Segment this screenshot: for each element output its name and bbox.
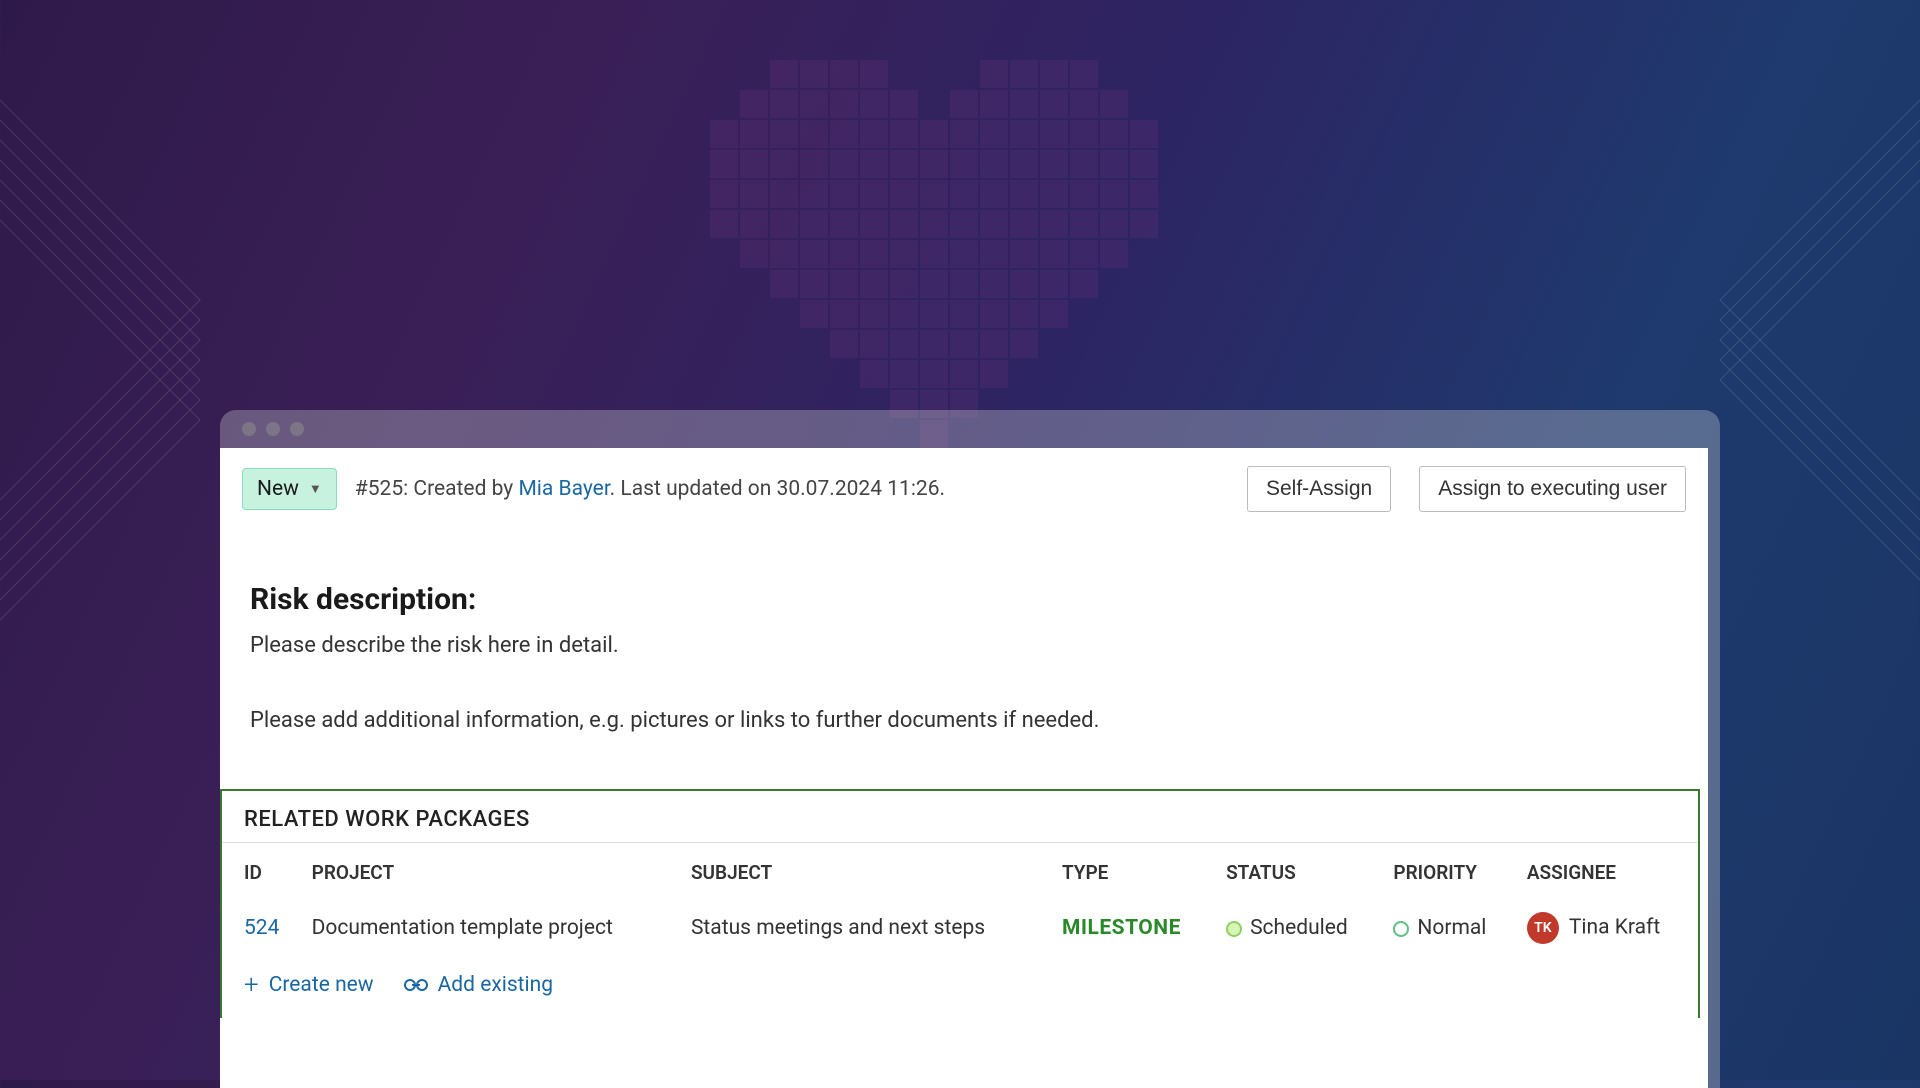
self-assign-button[interactable]: Self-Assign (1247, 466, 1391, 512)
meta-suffix: . Last updated on 30.07.2024 11:26. (610, 477, 945, 501)
work-package-meta: #525: Created by Mia Bayer. Last updated… (355, 477, 1229, 501)
related-work-packages-panel: RELATED WORK PACKAGES ID PROJECT SUBJECT… (220, 789, 1700, 1018)
col-subject[interactable]: SUBJECT (681, 843, 1052, 898)
add-existing-label: Add existing (438, 973, 553, 997)
status-dot-icon (1226, 921, 1242, 937)
window-minimize-icon[interactable] (266, 422, 280, 436)
window-maximize-icon[interactable] (290, 422, 304, 436)
cell-project: Documentation template project (302, 898, 681, 958)
description-line1: Please describe the risk here in detail. (250, 627, 1678, 664)
avatar[interactable]: TK (1527, 912, 1559, 944)
link-icon (404, 978, 428, 992)
cell-assignee: Tina Kraft (1569, 916, 1660, 940)
meta-prefix: #525: Created by (355, 477, 519, 501)
related-actions: + Create new Add existing (222, 958, 1698, 1018)
type-badge: MILESTONE (1062, 916, 1181, 940)
window-close-icon[interactable] (242, 422, 256, 436)
col-type[interactable]: TYPE (1052, 843, 1216, 898)
table-row[interactable]: 524 Documentation template project Statu… (222, 898, 1698, 958)
add-existing-button[interactable]: Add existing (404, 972, 553, 998)
priority-dot-icon (1393, 921, 1409, 937)
status-label: New (257, 477, 299, 501)
app-content: New ▼ #525: Created by Mia Bayer. Last u… (220, 448, 1708, 1088)
plus-icon: + (244, 972, 259, 998)
related-work-packages-table: ID PROJECT SUBJECT TYPE STATUS PRIORITY … (222, 843, 1698, 958)
cell-subject: Status meetings and next steps (681, 898, 1052, 958)
description-heading: Risk description: (250, 582, 1678, 617)
cell-status: Scheduled (1250, 916, 1348, 940)
background-logo (710, 60, 1210, 460)
col-assignee[interactable]: ASSIGNEE (1517, 843, 1698, 898)
create-new-label: Create new (269, 973, 374, 997)
chevron-down-icon: ▼ (309, 481, 322, 497)
app-window: New ▼ #525: Created by Mia Bayer. Last u… (220, 410, 1720, 1088)
work-package-id-link[interactable]: 524 (244, 916, 279, 940)
table-header-row: ID PROJECT SUBJECT TYPE STATUS PRIORITY … (222, 843, 1698, 898)
status-dropdown[interactable]: New ▼ (242, 468, 337, 510)
window-titlebar (220, 410, 1720, 448)
description-section: Risk description: Please describe the ri… (220, 522, 1708, 769)
description-line2: Please add additional information, e.g. … (250, 702, 1678, 739)
create-new-button[interactable]: + Create new (244, 972, 374, 998)
author-link[interactable]: Mia Bayer (518, 477, 609, 501)
assign-executing-user-button[interactable]: Assign to executing user (1419, 466, 1686, 512)
col-status[interactable]: STATUS (1216, 843, 1383, 898)
work-package-header: New ▼ #525: Created by Mia Bayer. Last u… (220, 448, 1708, 522)
cell-priority: Normal (1417, 916, 1486, 940)
col-priority[interactable]: PRIORITY (1383, 843, 1516, 898)
col-id[interactable]: ID (222, 843, 302, 898)
col-project[interactable]: PROJECT (302, 843, 681, 898)
related-title: RELATED WORK PACKAGES (222, 791, 1698, 843)
